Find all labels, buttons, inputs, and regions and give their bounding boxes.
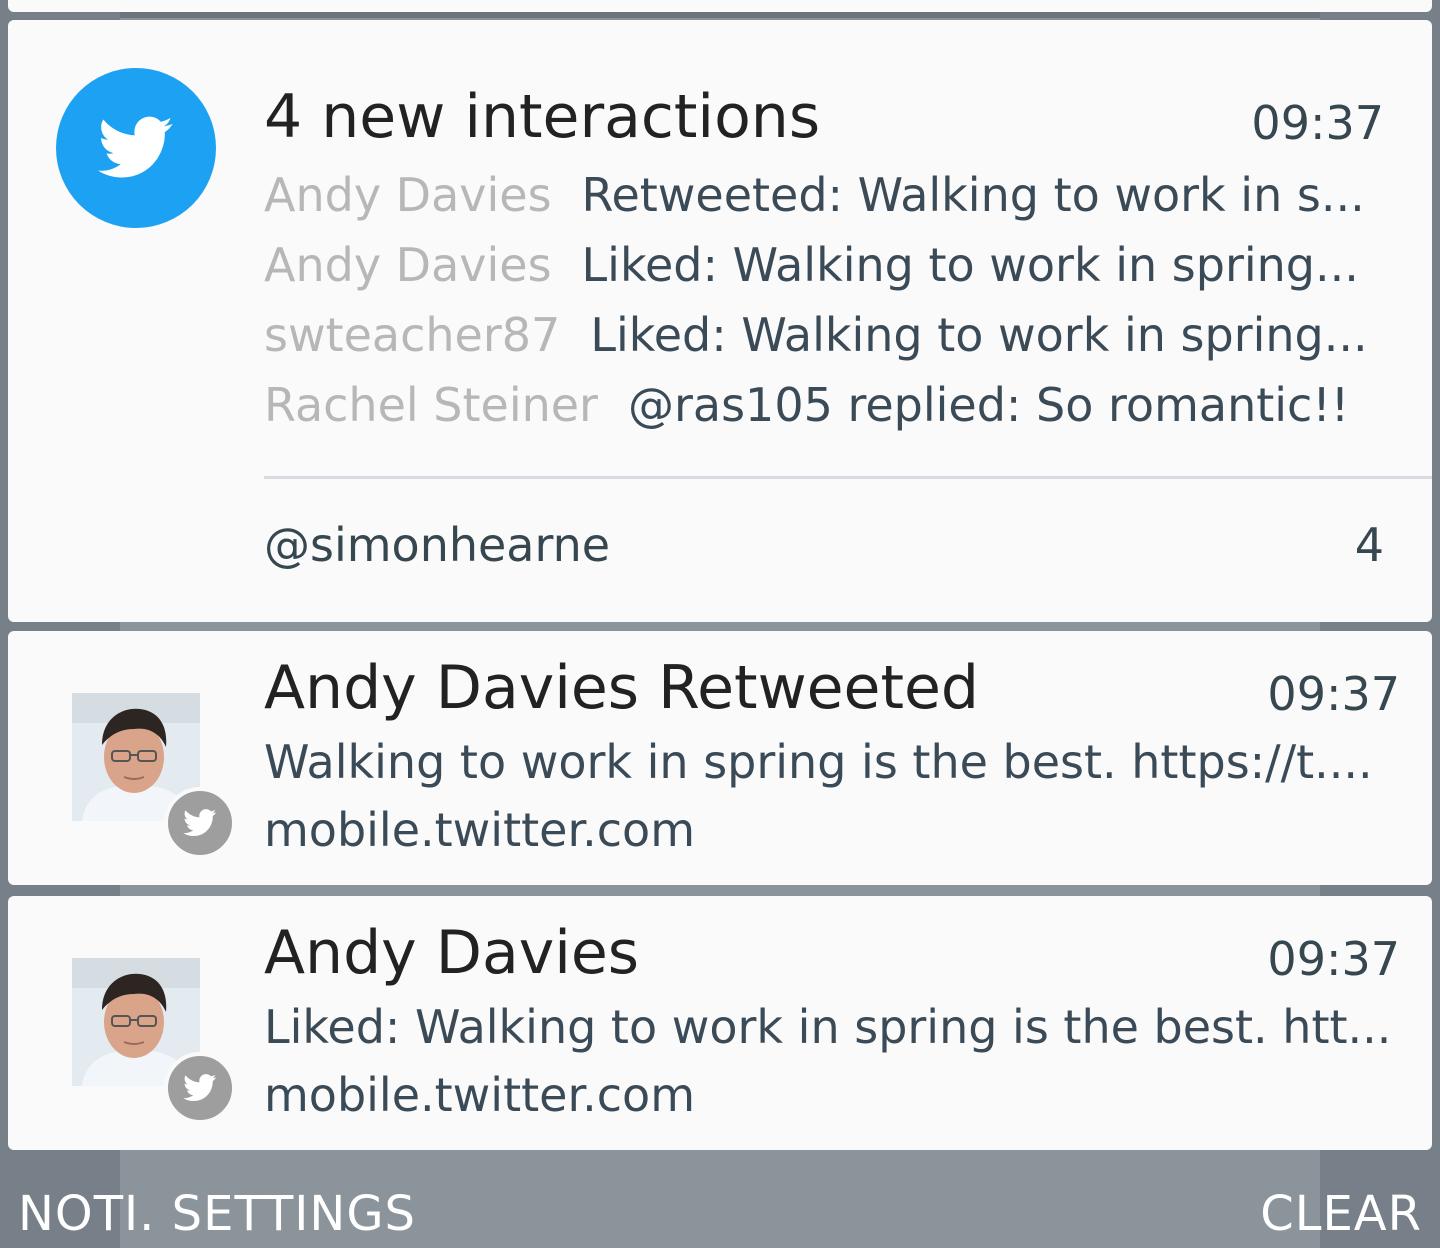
interaction-user: swteacher87 — [264, 308, 561, 362]
previous-notification-sliver[interactable] — [8, 0, 1432, 12]
clear-button[interactable]: CLEAR — [1260, 1186, 1422, 1242]
interaction-user: Rachel Steiner — [264, 378, 598, 432]
notification-body: Liked: Walking to work in spring is the … — [264, 1000, 1392, 1054]
interaction-user: Andy Davies — [264, 238, 552, 292]
interaction-row[interactable]: Rachel Steiner @ras105 replied: So roman… — [264, 370, 1404, 440]
interaction-text: @ras105 replied: So romantic!! — [627, 378, 1350, 432]
group-title: 4 new interactions — [264, 82, 821, 152]
group-time: 09:37 — [1251, 96, 1384, 150]
twitter-group-notification[interactable]: 4 new interactions 09:37 Andy Davies Ret… — [8, 20, 1432, 622]
account-name: @simonhearne — [264, 518, 611, 572]
notification-source: mobile.twitter.com — [264, 1068, 696, 1122]
notification-time: 09:37 — [1267, 932, 1400, 986]
notification-settings-button[interactable]: NOTI. SETTINGS — [18, 1186, 416, 1242]
interaction-row[interactable]: Andy Davies Retweeted: Walking to work i… — [264, 160, 1404, 230]
like-notification[interactable]: Andy Davies 09:37 Liked: Walking to work… — [8, 896, 1432, 1150]
notification-source: mobile.twitter.com — [264, 803, 696, 857]
twitter-app-icon — [56, 68, 216, 228]
interaction-row[interactable]: swteacher87 Liked: Walking to work in sp… — [264, 300, 1404, 370]
interaction-text: Retweeted: Walking to work in s... — [581, 168, 1365, 222]
notification-body: Walking to work in spring is the best. h… — [264, 735, 1373, 789]
notification-count: 4 — [1354, 518, 1384, 572]
twitter-bird-icon — [183, 809, 217, 837]
divider — [264, 476, 1432, 479]
interaction-user: Andy Davies — [264, 168, 552, 222]
retweet-notification[interactable]: Andy Davies Retweeted 09:37 Walking to w… — [8, 631, 1432, 885]
interaction-text: Liked: Walking to work in spring... — [590, 308, 1368, 362]
interaction-list: Andy Davies Retweeted: Walking to work i… — [264, 160, 1404, 440]
twitter-bird-icon — [98, 116, 173, 178]
interaction-row[interactable]: Andy Davies Liked: Walking to work in sp… — [264, 230, 1404, 300]
twitter-bird-icon — [183, 1074, 217, 1102]
interaction-text: Liked: Walking to work in spring... — [581, 238, 1359, 292]
notification-time: 09:37 — [1267, 667, 1400, 721]
notification-title: Andy Davies — [264, 918, 640, 988]
twitter-badge-icon — [164, 1052, 236, 1124]
notification-title: Andy Davies Retweeted — [264, 653, 979, 723]
twitter-badge-icon — [164, 787, 236, 859]
